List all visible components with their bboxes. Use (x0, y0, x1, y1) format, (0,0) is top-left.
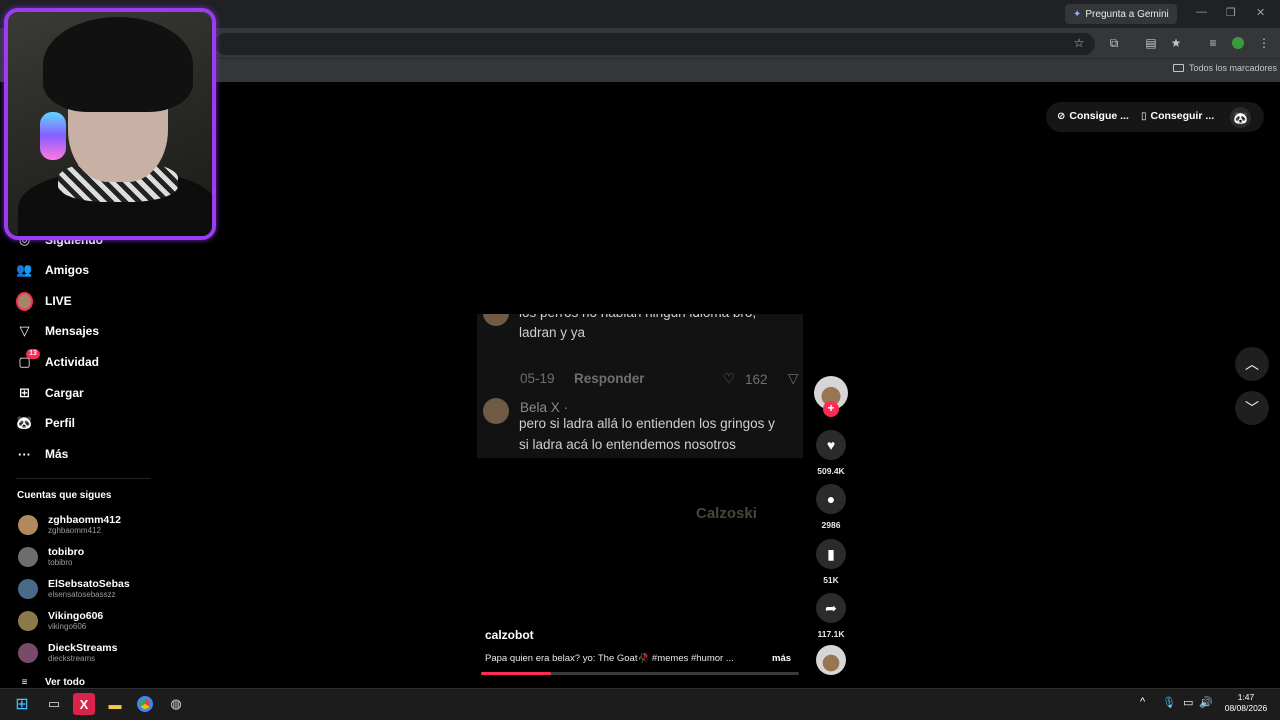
close-icon[interactable]: ✕ (1256, 6, 1265, 19)
more-link[interactable]: más (772, 653, 791, 664)
tab-icon[interactable]: ▤ (1143, 35, 1159, 51)
avatar (18, 515, 38, 535)
gemini-label: Pregunta a Gemini (1085, 8, 1169, 20)
video-watermark: Calzoski (696, 505, 757, 522)
start-icon[interactable]: ⊞ (11, 693, 33, 715)
follow-plus-icon[interactable]: + (823, 401, 839, 417)
microphone-icon[interactable]: 🎙 (1162, 696, 1176, 709)
list-item[interactable]: tobibro tobibro (18, 544, 84, 570)
comment-icon: ● (826, 491, 836, 507)
sidebar-item-profile[interactable]: 🐼 Perfil (16, 411, 75, 435)
clock[interactable]: 1:47 08/08/2026 (1222, 692, 1270, 714)
like-button[interactable]: ♥ (816, 430, 846, 460)
comment-text: ladran y ya (519, 325, 586, 340)
heart-icon: ♡ (723, 371, 736, 386)
coin-icon: ⊘ (1057, 110, 1066, 122)
sidebar-item-live[interactable]: LIVE (16, 289, 72, 313)
list-item[interactable]: Vikingo606 vikingo606 (18, 608, 103, 634)
avatar (18, 611, 38, 631)
phone-icon: ▯ (1141, 110, 1147, 122)
gemini-icon: ✦ (1073, 8, 1082, 20)
webcam-overlay (4, 8, 216, 240)
video-progress[interactable] (481, 672, 799, 675)
task-view-icon[interactable]: ▭ (43, 693, 65, 715)
restore-icon[interactable]: ❐ (1226, 6, 1236, 19)
divider (16, 478, 151, 479)
comment-count: 2986 (821, 520, 841, 530)
comment-date: 05-19 (520, 371, 555, 386)
save-button[interactable]: ▮ (816, 539, 846, 569)
chevron-up-icon[interactable]: ^ (1140, 696, 1145, 708)
folder-icon (1173, 64, 1184, 72)
all-bookmarks[interactable]: Todos los marcadores (1173, 63, 1277, 73)
following-title: Cuentas que sigues (17, 490, 112, 501)
chevron-up-icon[interactable]: ︿ (1235, 347, 1269, 381)
sidebar-item-friends[interactable]: 👥 Amigos (16, 258, 89, 282)
profile-icon: 🐼 (16, 415, 33, 430)
like-count: 509.4K (817, 466, 845, 476)
share-icon: ➦ (825, 599, 837, 616)
share-button[interactable]: ➦ (816, 593, 846, 623)
profile-icon[interactable] (1230, 35, 1246, 51)
sidebar-item-more[interactable]: ··· Más (16, 442, 68, 466)
comment-text: pero si ladra allá lo entienden los grin… (519, 416, 775, 431)
avatar (483, 398, 509, 424)
list-item[interactable]: ElSebsatoSebas elsensatosebasszz (18, 576, 130, 602)
get-app-button[interactable]: ▯ Conseguir ... (1141, 110, 1214, 122)
minimize-icon[interactable]: — (1196, 6, 1207, 18)
video-player[interactable]: los perros no hablan ningun idioma bro, … (477, 314, 803, 458)
menu-icon[interactable]: ⋮ (1256, 35, 1272, 51)
volume-icon[interactable]: 🔊 (1199, 696, 1213, 709)
activity-badge: 13 (26, 348, 40, 359)
upload-icon: ⊞ (19, 385, 30, 400)
comment-button[interactable]: ● (816, 484, 846, 514)
sidebar-item-activity[interactable]: ▢ 13 Actividad (16, 348, 99, 374)
see-all-link[interactable]: ≡ Ver todo (16, 676, 85, 688)
app-icon[interactable]: ◍ (165, 693, 187, 715)
display-icon[interactable]: ▭ (1183, 696, 1193, 709)
activity-icon: ▢ 13 (16, 348, 40, 371)
comment-text: si ladra acá lo entendemos nosotros (519, 437, 736, 452)
chrome-icon[interactable] (134, 693, 156, 715)
heart-icon: ♥ (826, 437, 836, 453)
list-item[interactable]: zghbaomm412 zghbaomm412 (18, 512, 121, 538)
messages-icon: ▽ (19, 323, 30, 338)
app-x-icon[interactable]: X (73, 693, 95, 715)
friends-icon: 👥 (16, 262, 33, 277)
bookmark-icon: ▮ (827, 545, 835, 562)
avatar (18, 547, 38, 567)
list-item[interactable]: DieckStreams dieckstreams (18, 640, 117, 666)
video-author[interactable]: calzobot (485, 628, 534, 642)
bookmark-star-icon[interactable]: ★ (1168, 35, 1184, 51)
extensions-icon[interactable]: ⧉ (1106, 35, 1122, 51)
sidebar-item-upload[interactable]: ⊞ Cargar (16, 381, 84, 405)
folder-icon[interactable]: ▬ (104, 693, 126, 715)
comment-likes: 162 (745, 372, 768, 387)
live-icon (16, 291, 33, 311)
avatar[interactable]: 🐼 (1230, 107, 1251, 128)
list-icon: ≡ (21, 676, 28, 688)
sidebar-item-messages[interactable]: ▽ Mensajes (16, 319, 100, 343)
save-count: 51K (823, 575, 839, 585)
address-bar[interactable] (215, 33, 1095, 55)
avatar (18, 643, 38, 663)
taskbar (0, 688, 1280, 720)
get-coins-button[interactable]: ⊘ Consigue ... (1057, 110, 1129, 122)
gemini-button[interactable]: ✦ Pregunta a Gemini (1065, 4, 1177, 24)
reply-label: Responder (574, 371, 645, 386)
star-icon[interactable]: ☆ (1071, 35, 1087, 51)
progress-fill (481, 672, 551, 675)
music-disc-icon[interactable] (816, 645, 846, 675)
avatar (18, 579, 38, 599)
more-icon: ··· (18, 446, 31, 462)
share-count: 117.1K (817, 629, 845, 639)
avatar (483, 314, 509, 326)
video-description: Papa quien era belax? yo: The Goat🥀 #mem… (485, 653, 734, 664)
dislike-icon: ▽ (788, 371, 799, 386)
media-icon[interactable]: ≡ (1205, 35, 1221, 51)
chevron-down-icon[interactable]: ﹀ (1235, 391, 1269, 425)
